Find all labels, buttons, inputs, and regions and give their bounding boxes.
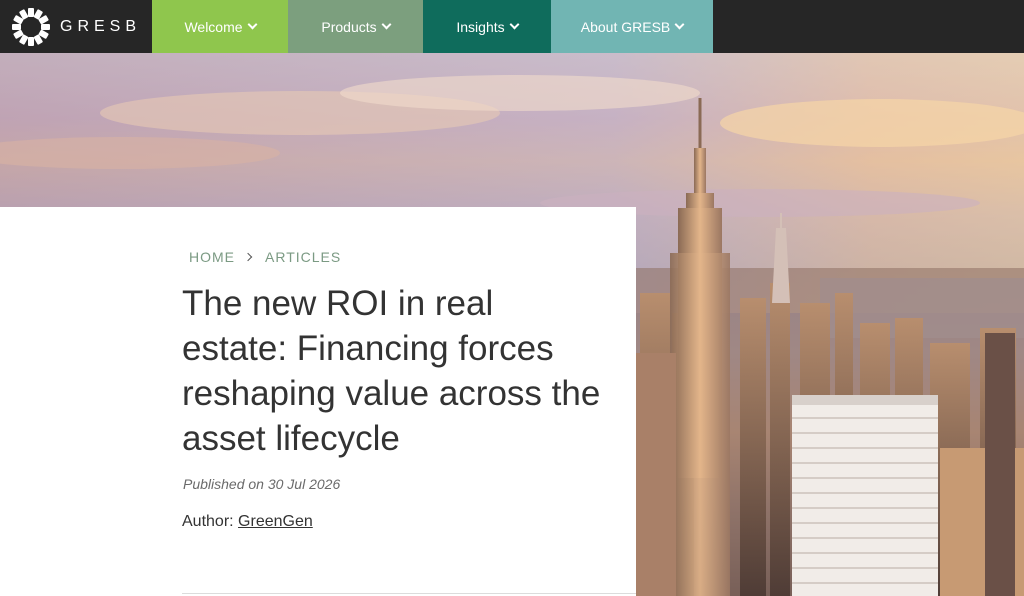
chevron-down-icon — [509, 19, 520, 30]
article-title: The new ROI in real estate: Financing fo… — [182, 284, 601, 458]
brand-name: GRESB — [60, 17, 142, 35]
topbar-filler — [713, 0, 1024, 53]
nav-welcome-label: Welcome — [184, 18, 243, 35]
author-label: Author: — [182, 513, 234, 530]
nav-about-label: About GRESB — [580, 18, 671, 35]
chevron-right-icon — [243, 252, 253, 262]
nav-welcome[interactable]: Welcome — [152, 0, 288, 53]
breadcrumb: HOME ARTICLES — [189, 249, 341, 265]
top-navigation: GRESB Welcome Products Insights About GR… — [0, 0, 1024, 53]
author-line: Author: GreenGen — [182, 513, 313, 531]
gresb-logo[interactable]: GRESB — [0, 0, 152, 53]
nav-about-gresb[interactable]: About GRESB — [551, 0, 713, 53]
chevron-down-icon — [674, 19, 685, 30]
nav-products[interactable]: Products — [288, 0, 423, 53]
nav-products-label: Products — [321, 18, 377, 35]
nav-insights[interactable]: Insights — [423, 0, 551, 53]
published-date: Published on 30 Jul 2026 — [183, 476, 341, 492]
author-link[interactable]: GreenGen — [238, 513, 313, 530]
article-header-card: HOME ARTICLES The new ROI in real estate… — [0, 207, 636, 596]
breadcrumb-home[interactable]: HOME — [189, 249, 235, 265]
gresb-logo-icon — [12, 7, 50, 46]
divider — [182, 593, 636, 594]
chevron-down-icon — [247, 19, 257, 30]
breadcrumb-articles[interactable]: ARTICLES — [265, 249, 341, 265]
chevron-down-icon — [381, 19, 392, 30]
nav-insights-label: Insights — [456, 18, 505, 35]
